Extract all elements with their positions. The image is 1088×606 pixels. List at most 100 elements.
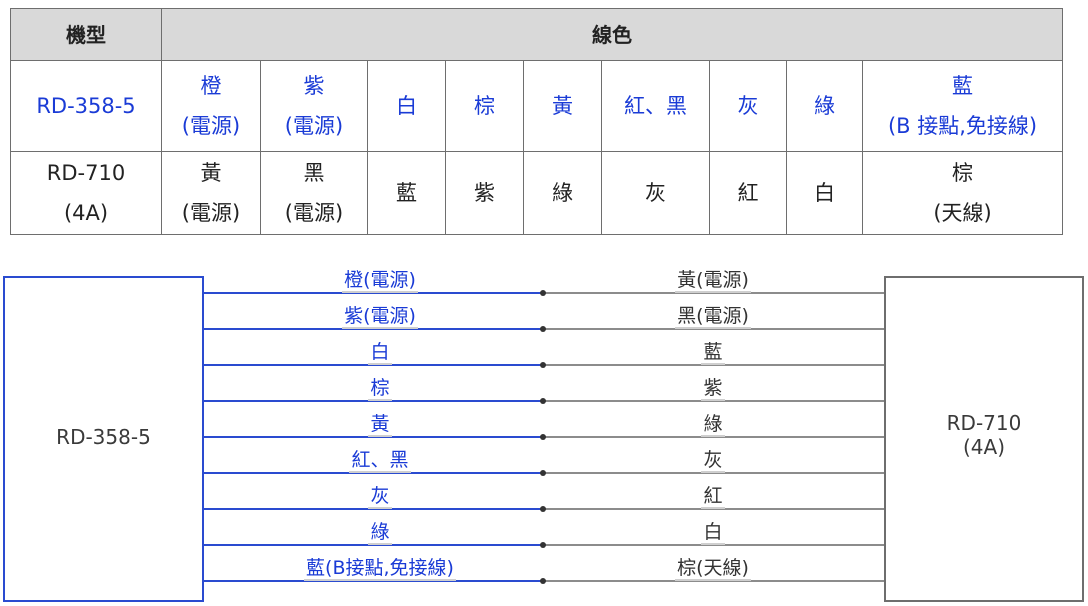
wire-right-text: 黑(電源) bbox=[675, 305, 751, 329]
wire-junction-dot bbox=[540, 434, 546, 440]
wire-right-segment bbox=[543, 472, 884, 474]
color-text: 棕 bbox=[952, 161, 974, 185]
color-text: 灰 bbox=[645, 181, 666, 205]
color-text: 紫 bbox=[303, 74, 325, 98]
header-model: 機型 bbox=[10, 8, 162, 61]
wire-left-text: 灰 bbox=[368, 485, 392, 509]
model-text: RD-358-5 bbox=[36, 94, 136, 118]
wire-left-text: 綠 bbox=[368, 521, 392, 545]
model-text: (4A) bbox=[63, 201, 109, 225]
left-device-label: RD-358-5 bbox=[56, 425, 151, 449]
color-text: 白 bbox=[814, 181, 835, 205]
wire-junction-dot bbox=[540, 398, 546, 404]
color-text: (B 接點,免接線) bbox=[887, 114, 1038, 138]
color-cell: 藍 (B 接點,免接線) bbox=[861, 60, 1064, 152]
wire-left-label: 橙(電源) bbox=[250, 269, 510, 293]
wire-left-segment bbox=[202, 292, 543, 294]
wire-right-label: 黃(電源) bbox=[583, 269, 843, 293]
color-text: 灰 bbox=[737, 94, 759, 118]
color-cell: 紫 (電源) bbox=[260, 60, 368, 152]
wire-left-text: 橙(電源) bbox=[342, 269, 418, 293]
wire-junction-dot bbox=[540, 470, 546, 476]
wire-right-text: 紫 bbox=[701, 377, 725, 401]
color-text: 黃 bbox=[552, 94, 573, 118]
wire-right-text: 綠 bbox=[701, 413, 725, 437]
wire-right-text: 黃(電源) bbox=[675, 269, 751, 293]
color-cell: 黃 bbox=[523, 60, 602, 152]
color-cell: 紅 bbox=[709, 151, 787, 235]
wire-right-segment bbox=[543, 328, 884, 330]
color-text: (電源) bbox=[181, 201, 241, 225]
wire-left-text: 紫(電源) bbox=[342, 305, 418, 329]
wire-junction-dot bbox=[540, 506, 546, 512]
table-row: RD-710 (4A) 黃 (電源) 黑 (電源) 藍 紫 綠 灰 紅 白 棕 (天線) bbox=[10, 151, 1064, 235]
model-cell: RD-710 (4A) bbox=[10, 151, 162, 235]
wire-left-label: 灰 bbox=[250, 485, 510, 509]
color-text: (天線) bbox=[933, 201, 992, 225]
right-device-box: RD-710 (4A) bbox=[884, 276, 1084, 602]
wire-junction-dot bbox=[540, 326, 546, 332]
color-text: 紅 bbox=[737, 181, 759, 205]
left-device-box: RD-358-5 bbox=[3, 276, 204, 602]
color-text: 藍 bbox=[396, 181, 417, 205]
wire-right-text: 灰 bbox=[701, 449, 725, 473]
wire-left-text: 棕 bbox=[368, 377, 392, 401]
color-cell: 白 bbox=[786, 151, 863, 235]
wire-right-text: 藍 bbox=[701, 341, 725, 365]
wire-left-segment bbox=[202, 508, 543, 510]
wire-right-segment bbox=[543, 508, 884, 510]
color-cell: 紫 bbox=[445, 151, 524, 235]
color-cell: 藍 bbox=[367, 151, 446, 235]
wire-right-label: 灰 bbox=[583, 449, 843, 473]
wire-left-label: 藍(B接點,免接線) bbox=[250, 557, 510, 581]
wire-right-text: 紅 bbox=[701, 485, 725, 509]
wire-left-text: 藍(B接點,免接線) bbox=[304, 557, 456, 581]
wire-left-label: 白 bbox=[250, 341, 510, 365]
wire-left-label: 紫(電源) bbox=[250, 305, 510, 329]
table-row: RD-358-5 橙 (電源) 紫 (電源) 白 棕 黃 紅、黑 灰 綠 藍 (B 接點,免接線) bbox=[10, 60, 1064, 152]
wire-junction-dot bbox=[540, 542, 546, 548]
color-text: 綠 bbox=[814, 94, 835, 118]
color-cell: 灰 bbox=[709, 60, 787, 152]
wire-junction-dot bbox=[540, 578, 546, 584]
color-text: (電源) bbox=[284, 114, 344, 138]
wire-right-label: 棕(天線) bbox=[583, 557, 843, 581]
wire-left-label: 綠 bbox=[250, 521, 510, 545]
color-cell: 黑 (電源) bbox=[260, 151, 368, 235]
color-cell: 綠 bbox=[786, 60, 863, 152]
wire-left-text: 紅、黑 bbox=[349, 449, 411, 473]
wire-left-text: 黃 bbox=[368, 413, 392, 437]
color-cell: 紅、黑 bbox=[601, 60, 710, 152]
wire-left-segment bbox=[202, 544, 543, 546]
wire-left-segment bbox=[202, 400, 543, 402]
color-text: 紫 bbox=[474, 181, 495, 205]
header-wire-color: 線色 bbox=[160, 8, 1064, 61]
wire-right-label: 白 bbox=[583, 521, 843, 545]
wire-right-segment bbox=[543, 436, 884, 438]
wire-right-text: 白 bbox=[701, 521, 725, 545]
wire-right-text: 棕(天線) bbox=[675, 557, 751, 581]
model-text: RD-710 bbox=[46, 161, 126, 185]
color-text: 棕 bbox=[474, 94, 495, 118]
wire-right-segment bbox=[543, 400, 884, 402]
wire-right-segment bbox=[543, 544, 884, 546]
color-text: 綠 bbox=[552, 181, 573, 205]
wire-right-label: 藍 bbox=[583, 341, 843, 365]
wire-left-label: 黃 bbox=[250, 413, 510, 437]
color-cell: 白 bbox=[367, 60, 446, 152]
wire-left-segment bbox=[202, 328, 543, 330]
wire-left-text: 白 bbox=[368, 341, 392, 365]
model-cell: RD-358-5 bbox=[10, 60, 162, 152]
color-text: 橙 bbox=[200, 74, 222, 98]
wire-right-label: 綠 bbox=[583, 413, 843, 437]
table-header-row: 機型 線色 bbox=[10, 8, 1064, 61]
wire-right-label: 紫 bbox=[583, 377, 843, 401]
wire-left-label: 紅、黑 bbox=[250, 449, 510, 473]
color-cell: 棕 bbox=[445, 60, 524, 152]
color-cell: 棕 (天線) bbox=[861, 151, 1064, 235]
color-cell: 灰 bbox=[601, 151, 710, 235]
color-cell: 綠 bbox=[523, 151, 602, 235]
color-cell: 黃 (電源) bbox=[161, 151, 261, 235]
color-text: (電源) bbox=[181, 114, 241, 138]
right-device-label: RD-710 (4A) bbox=[886, 411, 1082, 459]
